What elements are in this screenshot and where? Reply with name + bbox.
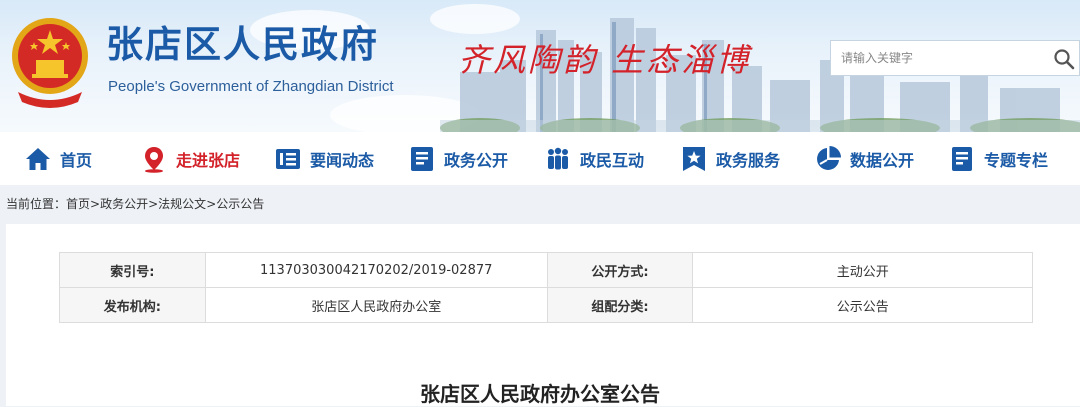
meta-label-category: 组配分类: bbox=[546, 287, 694, 323]
nav-item-label: 走进张店 bbox=[176, 150, 241, 170]
table-row: 发布机构: 张店区人民政府办公室 组配分类: 公示公告 bbox=[59, 287, 1033, 323]
breadcrumb: 当前位置：首页>政务公开>法规公文>公示公告 bbox=[6, 196, 264, 212]
meta-label-index: 索引号: bbox=[59, 252, 206, 288]
document-meta-table: 索引号: 113703030042170202/2019-02877 公开方式:… bbox=[59, 252, 1033, 323]
news-icon bbox=[276, 148, 300, 169]
breadcrumb-separator: > bbox=[206, 197, 217, 211]
slogan-calligraphy: 齐风陶韵 生态淄博 bbox=[458, 41, 752, 79]
pie-chart-icon bbox=[817, 145, 841, 170]
home-icon bbox=[26, 147, 50, 170]
nav-item-about[interactable]: 走进张店 bbox=[140, 132, 240, 185]
nav-item-label: 政务服务 bbox=[716, 150, 781, 170]
site-title: 张店区人民政府 bbox=[106, 23, 379, 66]
nav-item-label: 数据公开 bbox=[850, 150, 915, 170]
breadcrumb-link-announcements[interactable]: 公示公告 bbox=[216, 197, 264, 211]
location-pin-icon bbox=[145, 146, 163, 173]
table-row: 索引号: 113703030042170202/2019-02877 公开方式:… bbox=[59, 252, 1033, 288]
people-icon bbox=[548, 147, 568, 169]
star-bookmark-icon bbox=[683, 146, 705, 171]
search-icon[interactable] bbox=[1053, 48, 1075, 70]
nav-item-home[interactable]: 首页 bbox=[24, 132, 92, 185]
document-icon bbox=[411, 146, 433, 171]
meta-label-publisher: 发布机构: bbox=[59, 287, 206, 323]
breadcrumb-separator: > bbox=[90, 197, 101, 211]
search-input[interactable] bbox=[831, 41, 1046, 75]
meta-value-publisher: 张店区人民政府办公室 bbox=[204, 287, 548, 323]
breadcrumb-separator: > bbox=[148, 197, 159, 211]
topic-icon bbox=[952, 146, 972, 171]
nav-item-label: 政民互动 bbox=[580, 150, 645, 170]
nav-item-label: 首页 bbox=[60, 150, 93, 170]
national-emblem-logo bbox=[12, 18, 88, 108]
meta-value-index: 113703030042170202/2019-02877 bbox=[204, 252, 548, 288]
meta-label-disclosure: 公开方式: bbox=[546, 252, 694, 288]
meta-value-category: 公示公告 bbox=[692, 287, 1033, 323]
nav-item-news[interactable]: 要闻动态 bbox=[274, 132, 374, 185]
nav-item-gov-affairs[interactable]: 政务公开 bbox=[408, 132, 508, 185]
nav-item-label: 专题专栏 bbox=[984, 150, 1049, 170]
meta-value-disclosure: 主动公开 bbox=[692, 252, 1033, 288]
nav-item-topics[interactable]: 专题专栏 bbox=[948, 132, 1048, 185]
nav-item-label: 要闻动态 bbox=[310, 150, 375, 170]
search-box bbox=[830, 40, 1080, 76]
nav-item-interaction[interactable]: 政民互动 bbox=[544, 132, 644, 185]
document-title: 张店区人民政府办公室公告 bbox=[420, 382, 660, 406]
nav-item-label: 政务公开 bbox=[444, 150, 509, 170]
site-subtitle: People's Government of Zhangdian Distric… bbox=[108, 78, 394, 95]
nav-item-services[interactable]: 政务服务 bbox=[680, 132, 780, 185]
breadcrumb-link-regulations[interactable]: 法规公文 bbox=[158, 197, 206, 211]
breadcrumb-link-home[interactable]: 首页 bbox=[66, 197, 90, 211]
main-nav: 首页 走进张店 要闻动态 政务公开 政民互动 政务服务 数据公开 专题专栏 bbox=[0, 132, 1080, 185]
breadcrumb-link-gov-affairs[interactable]: 政务公开 bbox=[100, 197, 148, 211]
site-banner: 张店区人民政府 People's Government of Zhangdian… bbox=[0, 0, 1080, 132]
breadcrumb-prefix: 当前位置： bbox=[6, 197, 67, 211]
nav-item-data[interactable]: 数据公开 bbox=[814, 132, 914, 185]
